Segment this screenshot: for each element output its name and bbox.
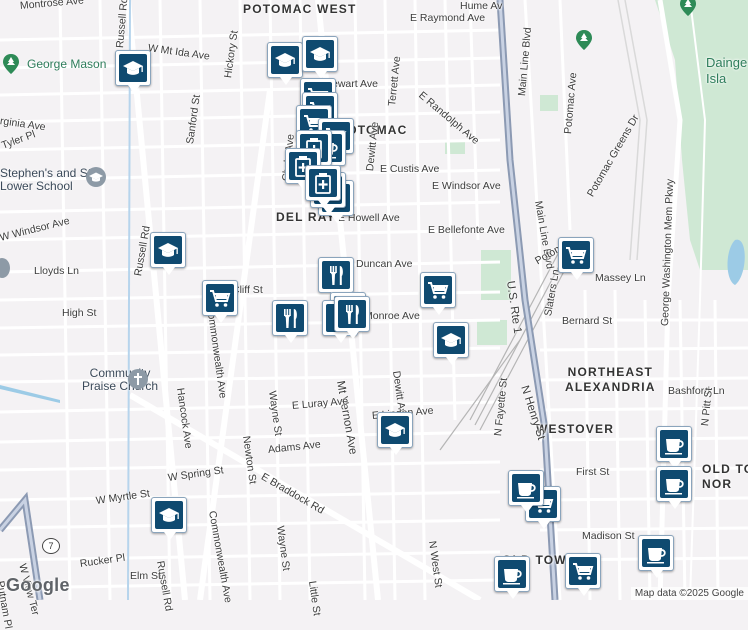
grocery-marker[interactable] [202,280,238,323]
street-e-custis-ave: E Custis Ave [380,163,440,175]
cafe-marker[interactable] [638,535,674,578]
school-marker[interactable] [433,322,469,365]
shopping-cart-icon [573,563,594,580]
park-pin-icon [576,30,592,55]
grocery-marker[interactable] [420,272,456,315]
street-massey-ln: Massey Ln [595,272,646,284]
street-first-st: First St [576,466,610,478]
school-marker[interactable] [377,412,413,455]
cross-icon [128,369,148,389]
cafe-marker[interactable] [656,426,692,469]
school-marker[interactable] [302,36,338,79]
street-duncan-ave: Duncan Ave [356,258,413,270]
poi-daingerfield-island: Dainge Isla [706,55,748,86]
coffee-cup-icon [503,569,522,585]
grocery-marker[interactable] [558,237,594,280]
park-pin-icon [3,54,19,79]
street-high-st: High St [62,307,97,319]
street-e-raymond-ave: E Raymond Ave [410,12,486,24]
coffee-cup-icon [665,439,684,455]
shopping-cart-icon [566,247,587,264]
neighborhood-westover: WESTOVER [536,422,615,436]
graduation-cap-icon [159,508,179,522]
coffee-cup-icon [517,483,536,499]
shopping-cart-icon [210,290,231,307]
cafe-marker[interactable] [494,556,530,599]
restaurant-marker[interactable] [272,300,308,343]
street-e-bellefonte-ave: E Bellefonte Ave [428,224,505,236]
restaurant-marker[interactable] [318,257,354,300]
fork-knife-icon [330,266,343,285]
street-madison-st: Madison St [582,530,635,542]
poi-george-mason: George Mason [27,57,107,71]
street-bashford-ln: Bashford Ln [668,385,725,397]
graduation-cap-icon [310,47,330,61]
park-block-2 [540,95,558,111]
cafe-marker[interactable] [656,466,692,509]
route-7-shield: 7 [42,538,60,554]
school-marker[interactable] [151,497,187,540]
street-bernard-st: Bernard St [562,315,613,327]
cafe-marker[interactable] [508,470,544,513]
graduation-cap-icon [385,423,405,437]
coffee-cup-icon [665,479,684,495]
street-monroe-ave: Monroe Ave [364,310,420,322]
coffee-cup-icon [647,548,666,564]
map-base-layer [0,0,748,600]
fork-knife-icon [346,305,359,324]
neighborhood-old-town-north: OLD TO NOR [702,462,748,491]
graduation-cap-icon [123,61,143,75]
school-pin-icon [86,167,106,187]
creek-w [0,385,60,403]
minor-streets [0,0,748,600]
graduation-cap-icon [275,53,295,67]
school-marker[interactable] [150,232,186,275]
graduation-cap-icon [441,333,461,347]
map-attribution[interactable]: Map data ©2025 Google [630,587,748,600]
pharmacy-marker[interactable] [305,165,341,208]
pharmacy-icon [315,173,331,194]
shopping-cart-icon [428,282,449,299]
neighborhood-potomac-west: POTOMAC WEST [243,2,357,16]
street-hume-ave: Hume Av [460,0,503,12]
school-marker[interactable] [267,42,303,85]
google-logo: Google [6,575,70,595]
graduation-cap-icon [158,243,178,257]
fork-knife-icon [284,309,297,328]
restaurant-marker[interactable] [334,296,370,339]
street-elm-st: Elm St [130,570,161,582]
street-lloyds-ln: Lloyds Ln [34,265,79,277]
poi-st-stephens-school: Stephen's and St. Lower School [0,166,94,193]
map-canvas[interactable]: POTOMAC WEST POTOMAC DEL RAY NORTHEAST A… [0,0,748,630]
school-marker[interactable] [115,50,151,93]
street-e-windsor-ave: E Windsor Ave [432,180,501,192]
park-block-4 [477,320,507,345]
street-stewart-ave: ewart Ave [332,78,378,90]
grocery-marker[interactable] [565,553,601,596]
neighborhood-northeast-alexandria: NORTHEAST ALEXANDRIA [565,365,656,394]
park-pin-icon [680,0,696,21]
